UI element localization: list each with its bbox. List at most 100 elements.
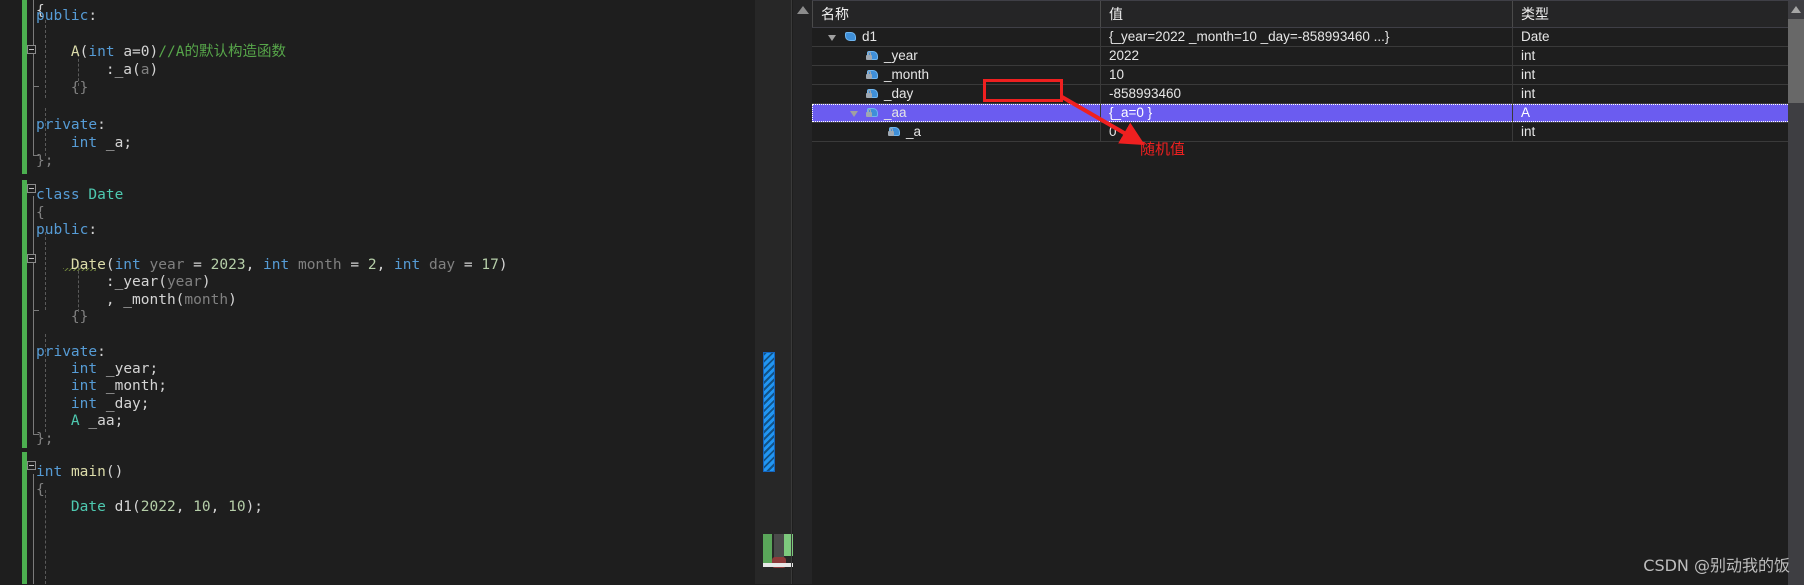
private-field-icon [866,88,880,100]
watch-cell-value[interactable]: 2022 [1100,47,1512,65]
code-editor-pane[interactable]: {public: A(int a=0)//A的默认构造函数 :_a(a) {} p… [0,0,772,584]
watch-rows-container[interactable]: d1 {_year=2022 _month=10 _day=-858993460 … [812,28,1804,142]
code-line: int main() [36,463,123,481]
watch-grid[interactable]: 名称 值 类型 d1 {_year=2022 _month=10 _day=-85… [812,0,1804,585]
watch-row[interactable]: _day -858993460 int [812,85,1804,104]
code-token: = [341,257,368,273]
code-token: : [88,8,98,24]
lock-body-glyph [866,55,872,60]
code-line: int _a; [36,134,132,152]
watch-cell-type: A [1512,104,1780,122]
code-token: int [36,464,63,480]
code-token: , [376,257,395,273]
watch-cell-name[interactable]: _a [812,123,1100,141]
watch-cell-name[interactable]: _aa [812,104,1100,122]
code-token: //A的默认构造函数 [158,44,286,60]
code-token: _aa; [79,413,124,429]
code-token: private [36,117,98,133]
pane-divider[interactable] [791,0,792,584]
watch-variable-name: _a [906,124,922,139]
watch-vertical-scrollbar[interactable] [1788,1,1804,585]
editor-scrollbar-strip[interactable] [755,0,793,584]
watch-cell-type: int [1512,66,1780,84]
watch-row[interactable]: _year 2022 int [812,47,1804,66]
watch-row[interactable]: _month 10 int [812,66,1804,85]
watch-cell-value[interactable]: 10 [1100,66,1512,84]
code-token: year [149,257,185,273]
code-token: ) [498,257,508,273]
code-line: int _month; [36,377,167,395]
code-token: 17 [481,257,499,273]
watch-cell-name[interactable]: _day [812,85,1100,103]
code-token: ); [245,499,264,515]
screenshot-root: { public: A(int a=0)//A的默认构造函数 : _a ( a) {} p… [0,0,1804,585]
expander-triangle-icon[interactable] [850,111,858,117]
code-token: , [245,257,264,273]
watch-cell-type: int [1512,47,1780,65]
lock-body-glyph [866,74,872,79]
chevron-up-icon[interactable] [797,6,809,14]
code-token: month [297,257,342,273]
code-token: int [70,361,98,377]
code-line: public: [36,7,97,25]
expander-triangle-icon[interactable] [828,35,836,41]
scrollbar-thumb[interactable] [763,352,775,472]
private-field-icon [866,50,880,62]
watch-variable-name: d1 [862,29,878,44]
code-token: ) [201,274,211,290]
watch-scrollbar-thumb[interactable] [1788,19,1804,103]
code-token: d1( [105,499,141,515]
code-text-area[interactable]: {public: A(int a=0)//A的默认构造函数 :_a(a) {} p… [0,0,772,584]
watch-cell-value[interactable]: {_a=0 } [1100,104,1512,122]
watch-cell-name[interactable]: _month [812,66,1100,84]
debugger-watch-panel[interactable]: 名称 值 类型 d1 {_year=2022 _month=10 _day=-85… [793,0,1804,585]
lock-body-glyph [866,112,872,117]
code-token: 10 [228,499,246,515]
code-line: private: [36,116,106,134]
watch-row[interactable]: d1 {_year=2022 _month=10 _day=-858993460 … [812,28,1804,47]
code-token: _month; [97,378,167,394]
watch-variable-name: _month [884,67,930,82]
code-token: {} [36,80,89,96]
code-token: int [70,396,98,412]
code-token: : [97,344,106,360]
code-token: ( [105,257,115,273]
code-token: public [36,8,89,24]
code-token: int [263,257,290,273]
watch-nav-gutter[interactable] [793,0,812,584]
code-token: month [184,292,229,308]
private-field-icon [866,107,880,119]
code-token: int [114,257,141,273]
watch-row[interactable]: _aa {_a=0 } A [812,104,1804,123]
code-line: A(int a=0)//A的默认构造函数 [36,43,286,61]
code-line: class Date [36,186,123,204]
code-token: : [88,222,98,238]
code-token: , [210,499,229,515]
watch-cell-name[interactable]: d1 [812,28,1100,46]
code-token: _a; [97,135,133,151]
private-field-icon [866,69,880,81]
watch-cell-name[interactable]: _year [812,47,1100,65]
watch-cell-type: int [1512,85,1780,103]
code-token: A [70,413,80,429]
code-line: {} [36,79,88,97]
column-header-type[interactable]: 类型 [1512,1,1780,27]
watch-cell-value[interactable]: -858993460 [1100,85,1512,103]
code-token: day [428,257,456,273]
code-token: 2023 [210,257,246,273]
scroll-up-arrow-icon[interactable] [1791,6,1801,13]
annotation-label: 随机值 [1140,140,1186,158]
code-line: :_year(year) [36,273,211,291]
code-token: a [140,62,150,78]
column-header-value[interactable]: 值 [1100,1,1512,27]
code-token: int [88,44,115,60]
watch-row[interactable]: _a 0 int [812,123,1804,142]
code-token: year [166,274,202,290]
column-header-name[interactable]: 名称 [812,1,1100,27]
watch-cell-value[interactable]: {_year=2022 _month=10 _day=-858993460 ..… [1100,28,1512,46]
code-line: { [36,481,45,499]
